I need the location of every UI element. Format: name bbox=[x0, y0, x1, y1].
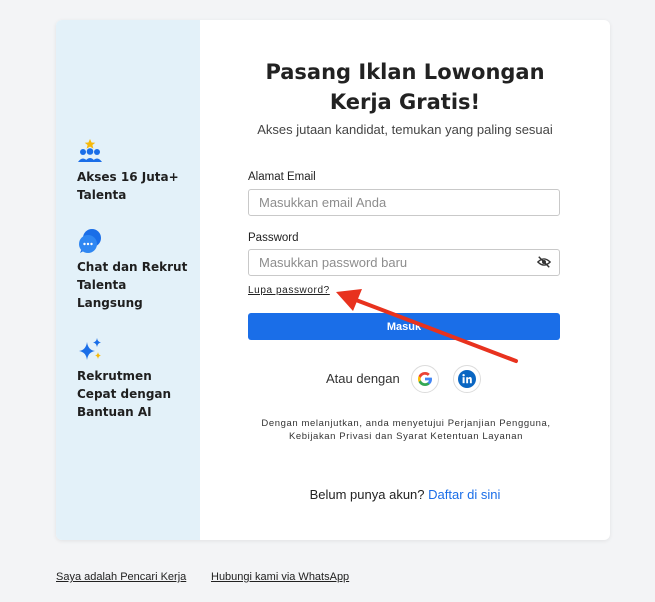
page-subtitle: Akses jutaan kandidat, temukan yang pali… bbox=[257, 122, 553, 137]
signup-prompt: Belum punya akun? bbox=[309, 487, 425, 502]
signup-row: Belum punya akun? Daftar di sini bbox=[200, 487, 610, 502]
feature-label: Akses 16 Juta+ Talenta bbox=[77, 170, 179, 202]
or-with-label: Atau dengan bbox=[326, 371, 400, 386]
password-label: Password bbox=[248, 232, 299, 244]
sidebar: Akses 16 Juta+ Talenta Chat dan Rekrut T… bbox=[56, 20, 200, 540]
password-field[interactable] bbox=[248, 249, 560, 276]
google-icon bbox=[418, 372, 432, 386]
job-seeker-link[interactable]: Saya adalah Pencari Kerja bbox=[56, 571, 186, 583]
whatsapp-contact-link[interactable]: Hubungi kami via WhatsApp bbox=[211, 571, 349, 583]
linkedin-icon bbox=[458, 370, 476, 388]
feature-talent: Akses 16 Juta+ Talenta bbox=[77, 138, 192, 204]
linkedin-login-button[interactable] bbox=[453, 365, 481, 393]
signup-link[interactable]: Daftar di sini bbox=[428, 487, 500, 502]
people-star-icon bbox=[78, 139, 102, 162]
feature-chat: Chat dan Rekrut Talenta Langsung bbox=[77, 228, 192, 312]
chat-bubble-icon bbox=[79, 229, 101, 253]
email-field[interactable] bbox=[248, 189, 560, 216]
terms-text: Dengan melanjutkan, anda menyetujui Perj… bbox=[261, 418, 551, 442]
page-title: Pasang Iklan Lowongan Kerja Gratis! bbox=[265, 60, 545, 114]
feature-label: Rekrutmen Cepat dengan Bantuan AI bbox=[77, 369, 172, 419]
forgot-password-link[interactable]: Lupa password? bbox=[248, 285, 330, 296]
login-card: Akses 16 Juta+ Talenta Chat dan Rekrut T… bbox=[56, 20, 610, 540]
email-label: Alamat Email bbox=[248, 171, 316, 183]
login-button[interactable]: Masuk bbox=[248, 313, 560, 340]
login-form: Pasang Iklan Lowongan Kerja Gratis! Akse… bbox=[200, 20, 610, 540]
eye-off-icon[interactable] bbox=[537, 255, 551, 269]
google-login-button[interactable] bbox=[411, 365, 439, 393]
sparkle-icon bbox=[79, 338, 101, 360]
feature-label: Chat dan Rekrut Talenta Langsung bbox=[77, 260, 188, 310]
feature-ai: Rekrutmen Cepat dengan Bantuan AI bbox=[77, 337, 192, 421]
